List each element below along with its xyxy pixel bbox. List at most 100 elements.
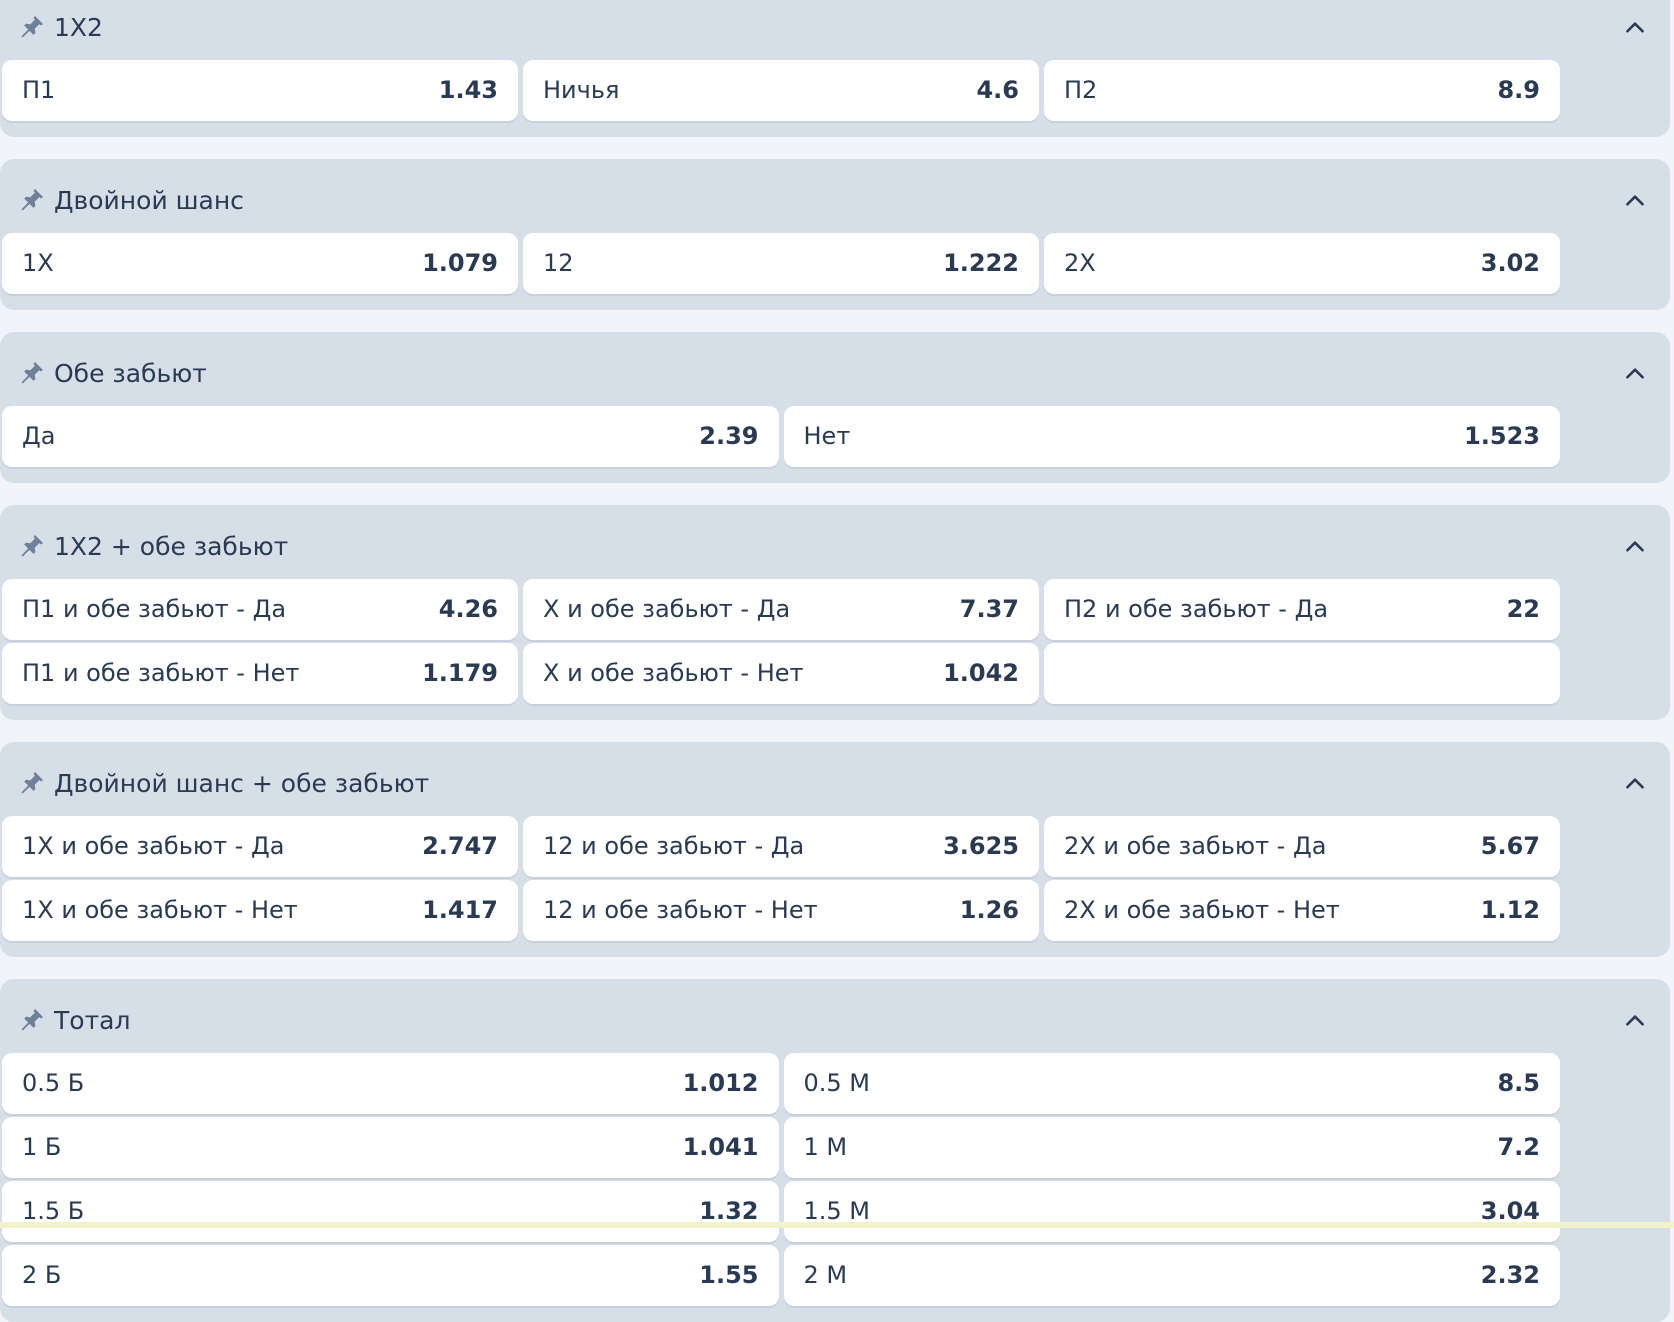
odds-value: 4.26 xyxy=(438,595,498,623)
outcome-label: П2 xyxy=(1064,76,1098,104)
outcome-label: 1X xyxy=(22,249,54,277)
outcome-label: Ничья xyxy=(543,76,620,104)
outcome-label: П2 и обе забьют - Да xyxy=(1064,595,1329,623)
chevron-up-icon[interactable] xyxy=(1622,188,1648,214)
odds-value: 1.43 xyxy=(438,76,498,104)
outcome-label: 1 М xyxy=(803,1133,848,1161)
odds-value: 5.67 xyxy=(1480,832,1540,860)
pin-icon[interactable] xyxy=(18,1006,46,1034)
odds-cell[interactable]: 1.5 М 3.04 xyxy=(783,1181,1560,1242)
odds-value: 2.39 xyxy=(699,422,759,450)
odds-cell[interactable]: X и обе забьют - Нет 1.042 xyxy=(523,643,1039,704)
market-group-header[interactable]: Двойной шанс xyxy=(0,173,1670,231)
outcome-label: 2X и обе забьют - Нет xyxy=(1064,896,1340,924)
outcome-label: 0.5 М xyxy=(803,1069,871,1097)
outcome-label: 1 Б xyxy=(22,1133,62,1161)
odds-value: 2.747 xyxy=(422,832,498,860)
chevron-up-icon[interactable] xyxy=(1622,534,1648,560)
bottom-strip xyxy=(0,1222,1674,1228)
odds-value: 1.523 xyxy=(1464,422,1540,450)
odds-value: 1.26 xyxy=(959,896,1019,924)
chevron-up-icon[interactable] xyxy=(1622,1008,1648,1034)
market-group-header[interactable]: Обе забьют xyxy=(0,346,1670,404)
market-group: 1X2 + обе забьют П1 и обе забьют - Да 4.26… xyxy=(0,505,1670,720)
odds-value: 1.417 xyxy=(422,896,498,924)
markets-list: 1X2 П1 1.43 Ничья 4.6 П2 8.9 Двойной шанс 1X 1.07… xyxy=(0,0,1674,1322)
odds-cell[interactable]: 2X 3.02 xyxy=(1044,233,1560,294)
outcome-label: 1X и обе забьют - Нет xyxy=(22,896,298,924)
pin-icon[interactable] xyxy=(18,13,46,41)
outcome-label: 2 М xyxy=(803,1261,848,1289)
odds-value: 1.222 xyxy=(943,249,1019,277)
chevron-up-icon[interactable] xyxy=(1622,771,1648,797)
market-group-title: Обе забьют xyxy=(54,359,207,388)
outcome-label: 2X xyxy=(1064,249,1096,277)
odds-cell[interactable] xyxy=(1044,643,1560,704)
outcome-label: X и обе забьют - Нет xyxy=(543,659,804,687)
odds-cell[interactable]: 1.5 Б 1.32 xyxy=(2,1181,779,1242)
outcome-label: 12 и обе забьют - Нет xyxy=(543,896,818,924)
odds-value: 22 xyxy=(1506,595,1540,623)
market-group-header[interactable]: Двойной шанс + обе забьют xyxy=(0,756,1670,814)
pin-icon[interactable] xyxy=(18,186,46,214)
odds-cell[interactable]: 2X и обе забьют - Да 5.67 xyxy=(1044,816,1560,877)
odds-cell[interactable]: 1 Б 1.041 xyxy=(2,1117,779,1178)
odds-cell[interactable]: 12 1.222 xyxy=(523,233,1039,294)
odds-cell[interactable]: Нет 1.523 xyxy=(783,406,1560,467)
odds-cell[interactable]: 12 и обе забьют - Да 3.625 xyxy=(523,816,1039,877)
outcome-label: П1 и обе забьют - Да xyxy=(22,595,287,623)
odds-value: 1.042 xyxy=(943,659,1019,687)
outcome-label: 12 и обе забьют - Да xyxy=(543,832,805,860)
market-group: Двойной шанс 1X 1.079 12 1.222 2X 3.02 xyxy=(0,159,1670,310)
outcome-label: П1 xyxy=(22,76,56,104)
odds-cell[interactable]: 1X 1.079 xyxy=(2,233,518,294)
pin-icon[interactable] xyxy=(18,769,46,797)
outcome-label: П1 и обе забьют - Нет xyxy=(22,659,300,687)
odds-cell[interactable]: X и обе забьют - Да 7.37 xyxy=(523,579,1039,640)
market-group: Обе забьют Да 2.39 Нет 1.523 xyxy=(0,332,1670,483)
odds-cell[interactable]: 1 М 7.2 xyxy=(783,1117,1560,1178)
market-group-header[interactable]: Тотал xyxy=(0,993,1670,1051)
odds-cell[interactable]: 0.5 М 8.5 xyxy=(783,1053,1560,1114)
odds-cell[interactable]: 2X и обе забьют - Нет 1.12 xyxy=(1044,880,1560,941)
odds-cell[interactable]: 12 и обе забьют - Нет 1.26 xyxy=(523,880,1039,941)
odds-cell[interactable]: П1 1.43 xyxy=(2,60,518,121)
pin-icon[interactable] xyxy=(18,359,46,387)
odds-cell[interactable]: П1 и обе забьют - Нет 1.179 xyxy=(2,643,518,704)
outcome-label: 2 Б xyxy=(22,1261,62,1289)
odds-cell[interactable]: Ничья 4.6 xyxy=(523,60,1039,121)
odds-value: 1.041 xyxy=(682,1133,759,1161)
odds-value: 1.55 xyxy=(699,1261,759,1289)
outcome-label: 1X и обе забьют - Да xyxy=(22,832,285,860)
odds-value: 4.6 xyxy=(976,76,1019,104)
odds-value: 3.02 xyxy=(1480,249,1540,277)
market-group-header[interactable]: 1X2 + обе забьют xyxy=(0,519,1670,577)
outcome-label: X и обе забьют - Да xyxy=(543,595,791,623)
market-group-title: Двойной шанс xyxy=(54,186,244,215)
odds-cell[interactable]: 1X и обе забьют - Нет 1.417 xyxy=(2,880,518,941)
chevron-up-icon[interactable] xyxy=(1622,361,1648,387)
outcome-label: 2X и обе забьют - Да xyxy=(1064,832,1327,860)
market-group-header[interactable]: 1X2 xyxy=(0,0,1670,58)
odds-cell[interactable]: Да 2.39 xyxy=(2,406,779,467)
odds-cell[interactable]: 0.5 Б 1.012 xyxy=(2,1053,779,1114)
odds-value: 2.32 xyxy=(1480,1261,1540,1289)
outcome-label: Нет xyxy=(803,422,851,450)
odds-cell[interactable]: 2 Б 1.55 xyxy=(2,1245,779,1306)
odds-value: 8.5 xyxy=(1497,1069,1540,1097)
odds-cell[interactable]: П2 и обе забьют - Да 22 xyxy=(1044,579,1560,640)
odds-value: 1.179 xyxy=(422,659,498,687)
odds-value: 3.625 xyxy=(943,832,1019,860)
outcome-label: Да xyxy=(22,422,56,450)
odds-cell[interactable]: П1 и обе забьют - Да 4.26 xyxy=(2,579,518,640)
odds-value: 8.9 xyxy=(1497,76,1540,104)
market-group-title: Тотал xyxy=(54,1006,131,1035)
odds-value: 7.37 xyxy=(959,595,1019,623)
market-group-title: 1X2 xyxy=(54,13,103,42)
pin-icon[interactable] xyxy=(18,532,46,560)
odds-cell[interactable]: 2 М 2.32 xyxy=(783,1245,1560,1306)
odds-cell[interactable]: 1X и обе забьют - Да 2.747 xyxy=(2,816,518,877)
chevron-up-icon[interactable] xyxy=(1622,15,1648,41)
market-group-title: Двойной шанс + обе забьют xyxy=(54,769,430,798)
odds-cell[interactable]: П2 8.9 xyxy=(1044,60,1560,121)
